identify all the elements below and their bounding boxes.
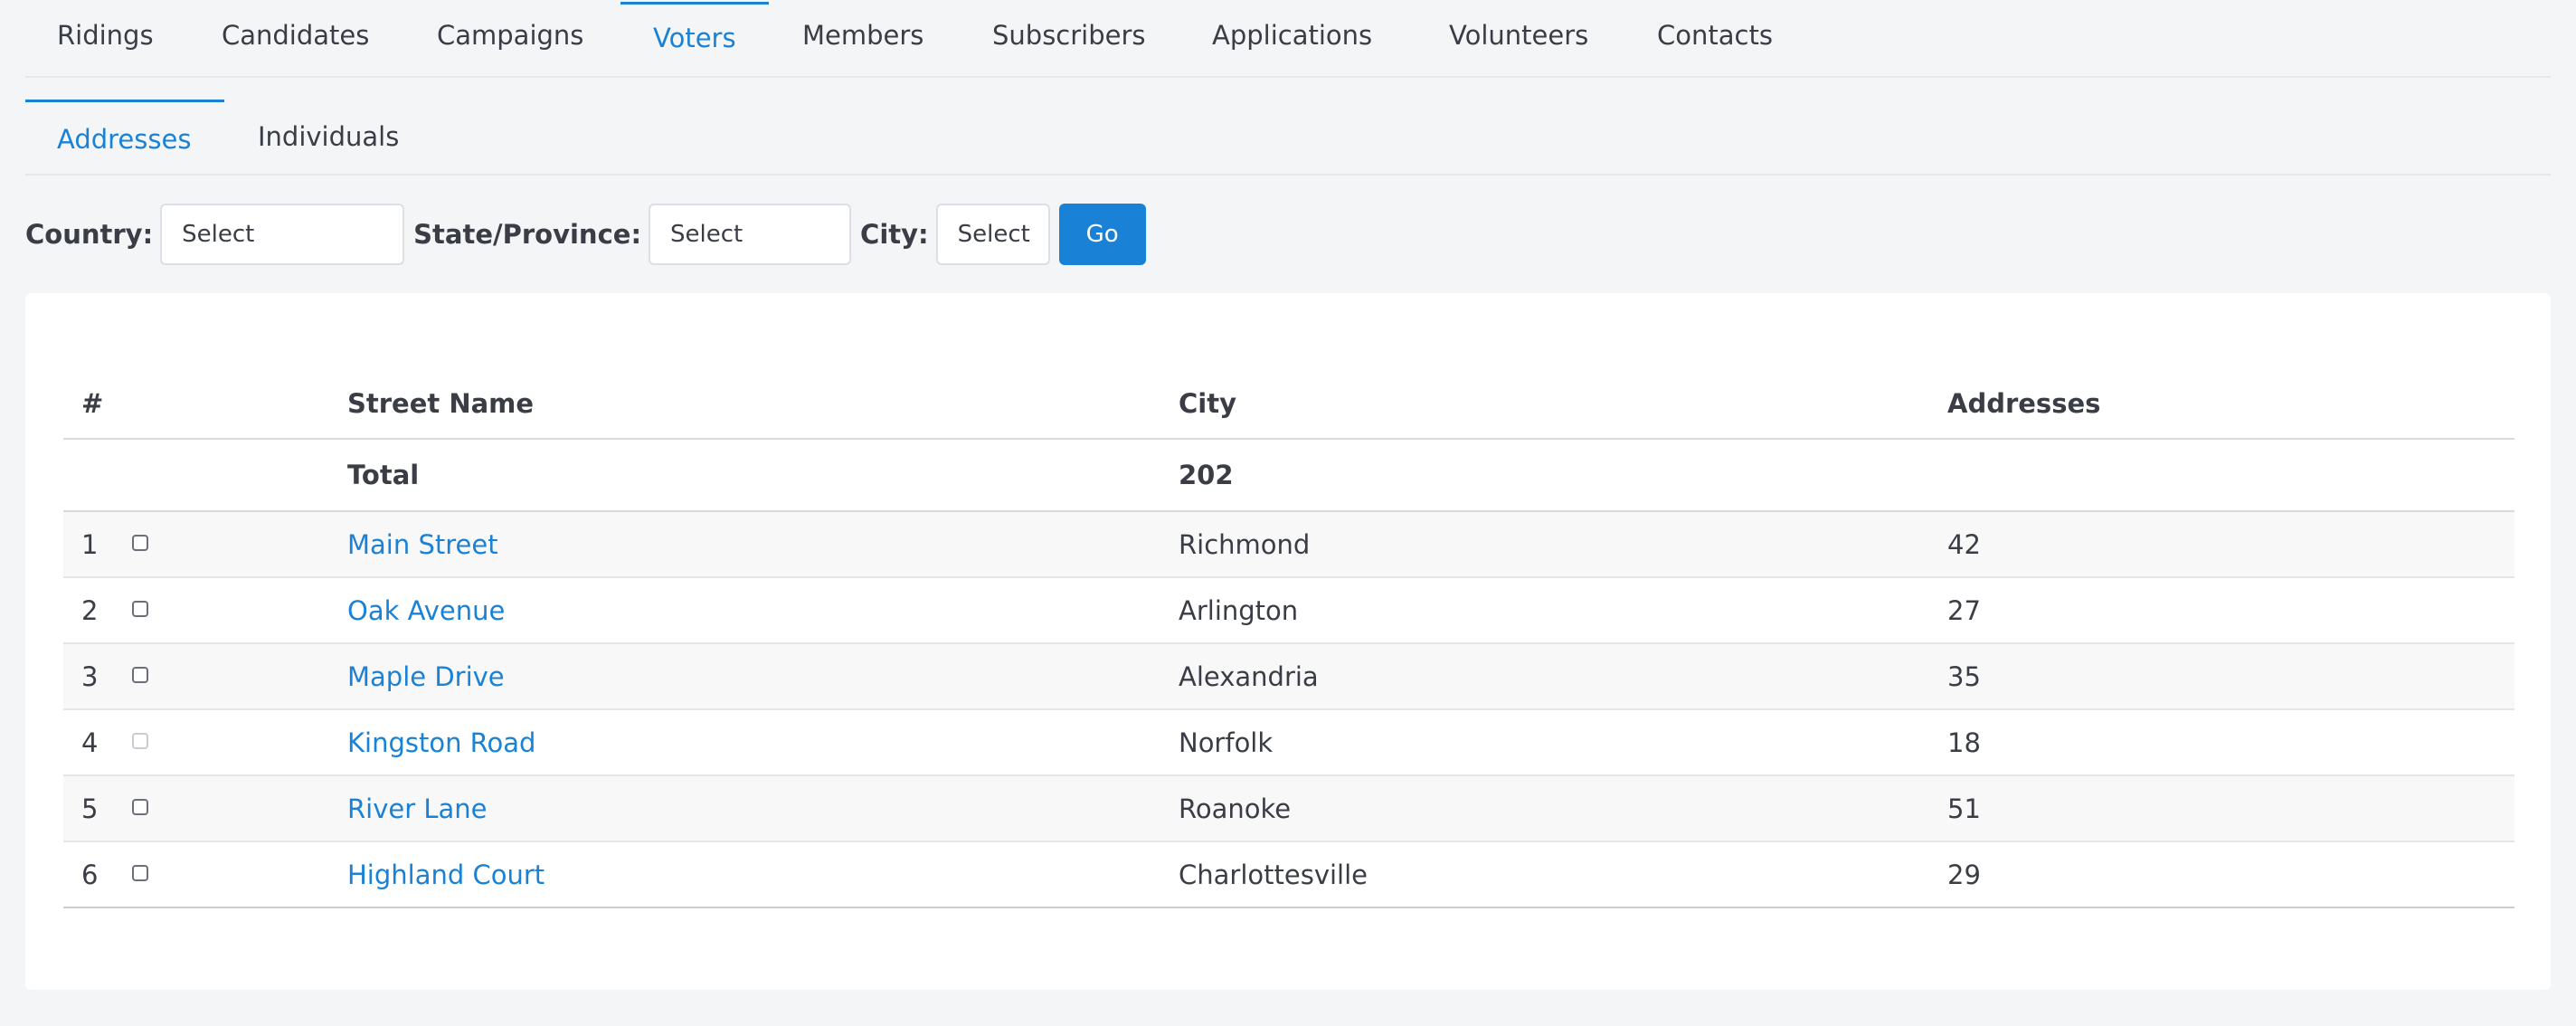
filter-bar: Country: Select State/Province: Select C… (25, 203, 1146, 266)
city-select[interactable]: Select (935, 204, 1050, 265)
header-street-name[interactable]: Street Name (347, 366, 534, 440)
tab-ridings[interactable]: Ridings (57, 20, 154, 51)
top-nav: Ridings Candidates Campaigns Voters Memb… (0, 0, 2576, 78)
table-total-row: Total 202 (63, 440, 2514, 512)
subtab-individuals[interactable]: Individuals (258, 121, 399, 152)
street-link[interactable]: Kingston Road (347, 710, 535, 774)
city-label: City: (860, 219, 929, 250)
street-link[interactable]: Main Street (347, 512, 498, 576)
street-link[interactable]: Oak Avenue (347, 578, 505, 642)
row-address-count: 42 (1947, 528, 1981, 560)
row-city: Norfolk (1179, 727, 1274, 758)
row-city: Roanoke (1179, 793, 1292, 824)
checkbox-icon[interactable] (132, 798, 148, 815)
total-value: 202 (1179, 460, 1234, 490)
tab-candidates[interactable]: Candidates (222, 20, 369, 51)
state-province-label: State/Province: (413, 219, 642, 250)
row-checkbox[interactable] (132, 644, 148, 708)
row-number: 3 (81, 660, 99, 692)
row-checkbox[interactable] (132, 776, 148, 841)
tab-campaigns[interactable]: Campaigns (437, 20, 583, 51)
street-link[interactable]: Highland Court (347, 842, 545, 907)
row-checkbox-disabled (132, 710, 148, 774)
header-number: # (81, 388, 104, 419)
row-address-count: 18 (1947, 727, 1981, 758)
header-city[interactable]: City (1179, 366, 1236, 440)
row-number: 1 (81, 528, 99, 560)
checkbox-icon[interactable] (132, 666, 148, 683)
checkbox-icon (132, 732, 148, 749)
row-number: 4 (81, 727, 99, 758)
tab-subscribers[interactable]: Subscribers (992, 20, 1146, 51)
table-row: 1 Main Street Richmond 42 (63, 512, 2514, 578)
active-subtab-indicator (25, 100, 224, 102)
row-city: Charlottesville (1179, 859, 1368, 890)
header-addresses[interactable]: Addresses (1947, 366, 2100, 440)
state-province-select[interactable]: Select (649, 204, 852, 265)
row-number: 5 (81, 793, 99, 824)
results-card: # Street Name City Addresses Total 202 1… (25, 293, 2551, 990)
street-link[interactable]: Maple Drive (347, 644, 505, 708)
subtab-addresses[interactable]: Addresses (57, 124, 191, 155)
tab-contacts[interactable]: Contacts (1657, 20, 1773, 51)
row-address-count: 51 (1947, 793, 1981, 824)
row-address-count: 35 (1947, 660, 1981, 692)
row-number: 6 (81, 859, 99, 890)
go-button[interactable]: Go (1058, 204, 1146, 265)
row-city: Alexandria (1179, 660, 1319, 692)
tab-members[interactable]: Members (802, 20, 923, 51)
tab-volunteers[interactable]: Volunteers (1449, 20, 1588, 51)
table-header-row: # Street Name City Addresses (63, 366, 2514, 440)
row-checkbox[interactable] (132, 842, 148, 907)
checkbox-icon[interactable] (132, 534, 148, 551)
table-row: 5 River Lane Roanoke 51 (63, 776, 2514, 842)
row-address-count: 27 (1947, 594, 1981, 626)
street-table: # Street Name City Addresses Total 202 1… (63, 366, 2514, 908)
table-row: 3 Maple Drive Alexandria 35 (63, 644, 2514, 710)
row-checkbox[interactable] (132, 578, 148, 642)
country-select[interactable]: Select (160, 204, 405, 265)
street-link[interactable]: River Lane (347, 776, 488, 841)
table-row: 6 Highland Court Charlottesville 29 (63, 842, 2514, 908)
row-number: 2 (81, 594, 99, 626)
tab-applications[interactable]: Applications (1212, 20, 1372, 51)
table-row: 2 Oak Avenue Arlington 27 (63, 578, 2514, 644)
country-label: Country: (25, 219, 154, 250)
row-address-count: 29 (1947, 859, 1981, 890)
row-checkbox[interactable] (132, 512, 148, 576)
row-city: Richmond (1179, 528, 1311, 560)
row-city: Arlington (1179, 594, 1299, 626)
total-label: Total (347, 460, 420, 490)
table-row: 4 Kingston Road Norfolk 18 (63, 710, 2514, 776)
checkbox-icon[interactable] (132, 864, 148, 881)
active-tab-indicator (620, 2, 769, 5)
sub-nav-divider (25, 174, 2551, 176)
checkbox-icon[interactable] (132, 600, 148, 617)
sub-nav: Addresses Individuals (0, 100, 2576, 176)
top-nav-divider (25, 76, 2551, 78)
tab-voters[interactable]: Voters (653, 23, 736, 53)
